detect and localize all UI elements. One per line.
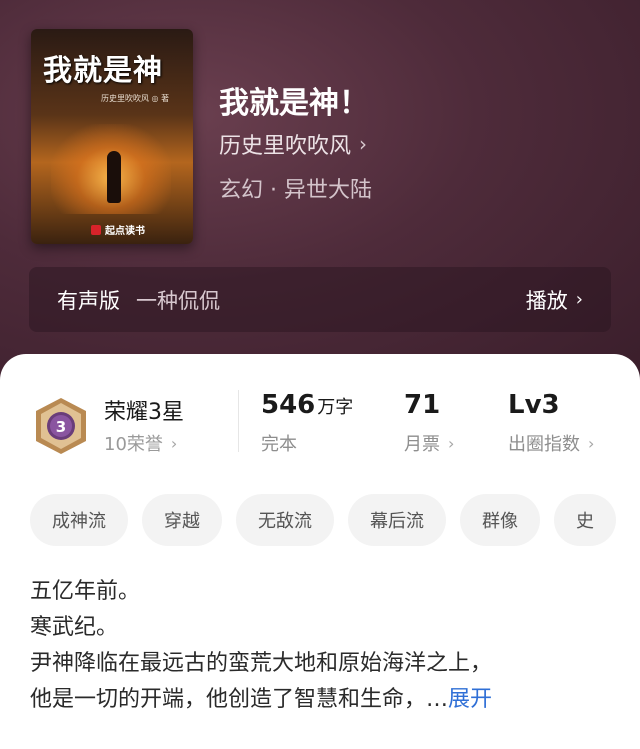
audio-label: 有声版	[57, 288, 120, 313]
synopsis-line: 尹神降临在最远古的蛮荒大地和原始海洋之上，	[30, 651, 493, 676]
stat-label: 月票	[404, 434, 440, 455]
stat-value: 546	[261, 390, 316, 420]
stat-unit: 万字	[317, 397, 354, 418]
chevron-right-icon: ›	[575, 289, 583, 310]
author-name: 历史里吹吹风	[219, 134, 352, 159]
stat-label: 完本	[261, 434, 297, 455]
cover-publisher-logo: 起点读书	[91, 222, 145, 237]
book-header: 我就是神 历史里吹吹风 ◎ 著 起点读书 我就是神！ 历史里吹吹风 › 玄幻 ·…	[0, 0, 640, 380]
tag-chip[interactable]: 成神流	[30, 494, 128, 546]
chevron-right-icon: ›	[448, 433, 455, 453]
play-button[interactable]: 播放 ›	[526, 285, 583, 315]
stat-monthly-tickets[interactable]: 71 月票 ›	[404, 390, 454, 456]
stat-label: 出圈指数	[508, 434, 580, 455]
honor-points: 10荣誉	[104, 434, 163, 455]
cover-title: 我就是神	[43, 53, 164, 87]
expand-button[interactable]: 展开	[448, 682, 492, 718]
synopsis-line: 他是一切的开端，他创造了智慧和生命，… 展开	[30, 682, 615, 718]
book-cover[interactable]: 我就是神 历史里吹吹风 ◎ 著 起点读书	[31, 29, 193, 244]
chevron-right-icon: ›	[359, 132, 368, 156]
cover-author: 历史里吹吹风 ◎ 著	[101, 94, 170, 103]
honor-title: 荣耀3星	[104, 400, 184, 425]
honor-link[interactable]: 10荣誉 ›	[104, 430, 177, 456]
badge-number: 3	[56, 418, 66, 436]
tag-list: 成神流 穿越 无敌流 幕后流 群像 史	[30, 494, 616, 546]
stat-word-count: 546 万字 完本	[261, 390, 353, 456]
synopsis-line: 寒武纪。	[30, 615, 119, 640]
publisher-name: 起点读书	[105, 226, 145, 237]
tag-chip[interactable]: 无敌流	[236, 494, 334, 546]
author-link[interactable]: 历史里吹吹风 ›	[219, 128, 367, 160]
stats-row: 3 荣耀3星 10荣誉 › 546 万字 完本 71 月票 › Lv3 出圈指数 ›	[0, 384, 640, 468]
synopsis: 五亿年前。 寒武纪。 尹神降临在最远古的蛮荒大地和原始海洋之上， 他是一切的开端…	[30, 574, 615, 718]
audio-narrator: 一种侃侃	[136, 288, 220, 313]
book-genre: 玄幻 · 异世大陆	[219, 178, 372, 203]
publisher-icon	[91, 224, 101, 235]
tag-chip[interactable]: 穿越	[142, 494, 222, 546]
stat-value: Lv3	[508, 390, 560, 420]
honor-badge-icon: 3	[36, 398, 86, 454]
book-detail-panel: 3 荣耀3星 10荣誉 › 546 万字 完本 71 月票 › Lv3 出圈指数 › …	[0, 354, 640, 749]
cover-art-figure	[107, 151, 121, 203]
chevron-right-icon: ›	[170, 433, 178, 453]
stat-popularity-index[interactable]: Lv3 出圈指数 ›	[508, 390, 594, 456]
book-title: 我就是神！	[219, 86, 369, 121]
audio-version-bar[interactable]: 有声版 一种侃侃 播放 ›	[29, 267, 611, 332]
tag-chip[interactable]: 幕后流	[348, 494, 446, 546]
stat-value: 71	[404, 390, 441, 420]
chevron-right-icon: ›	[588, 433, 595, 453]
divider	[238, 390, 239, 452]
synopsis-line: 五亿年前。	[30, 579, 141, 604]
tag-chip[interactable]: 史	[554, 494, 616, 546]
synopsis-text: 他是一切的开端，他创造了智慧和生命，…	[30, 687, 449, 712]
play-label: 播放	[525, 288, 568, 313]
tag-chip[interactable]: 群像	[460, 494, 540, 546]
